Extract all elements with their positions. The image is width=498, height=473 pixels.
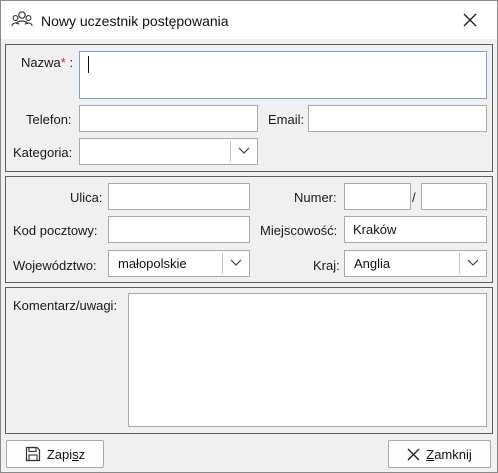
email-input[interactable] <box>308 105 487 132</box>
province-value: małopolskie <box>118 256 187 271</box>
address-group: Ulica: Numer: / Kod pocztowy: Miejscowoś… <box>5 176 493 283</box>
text-caret <box>88 56 89 73</box>
phone-input[interactable] <box>79 105 258 132</box>
close-button[interactable]: Zamknij <box>388 440 491 468</box>
name-input[interactable] <box>79 51 487 99</box>
country-value: Anglia <box>354 256 391 271</box>
title-bar: Nowy uczestnik postępowania <box>1 1 497 39</box>
postal-code-label: Kod pocztowy: <box>13 223 98 238</box>
country-label: Kraj: <box>313 258 340 273</box>
basic-info-group: Nazwa* : Telefon: Email: Kategoria: <box>5 44 493 172</box>
city-label: Miejscowość: <box>260 223 338 238</box>
close-window-button[interactable] <box>459 10 481 30</box>
province-select[interactable]: małopolskie <box>108 250 250 277</box>
number-label: Numer: <box>294 190 337 205</box>
chevron-down-icon <box>238 147 250 154</box>
save-button[interactable]: Zapisz <box>6 440 104 468</box>
street-label: Ulica: <box>70 190 103 205</box>
number-input[interactable] <box>344 183 411 210</box>
window-title: Nowy uczestnik postępowania <box>41 13 229 29</box>
name-label: Nazwa* : <box>21 55 74 70</box>
province-label: Województwo: <box>13 258 97 273</box>
number-suffix-input[interactable] <box>421 183 487 210</box>
number-separator: / <box>412 190 416 205</box>
save-button-label: Zapisz <box>46 446 86 462</box>
city-input[interactable]: Kraków <box>344 216 487 243</box>
chevron-down-icon <box>230 259 242 266</box>
postal-code-input[interactable] <box>108 216 250 243</box>
category-label: Kategoria: <box>13 145 73 160</box>
floppy-disk-icon <box>25 446 40 462</box>
required-marker: * <box>60 55 66 70</box>
comments-textarea[interactable] <box>128 293 487 427</box>
close-button-label: Zamknij <box>426 446 472 462</box>
comments-group: Komentarz/uwagi: <box>5 287 493 434</box>
dialog-window: Nowy uczestnik postępowania Nazwa* : Tel… <box>0 0 498 473</box>
email-label: Email: <box>268 112 305 127</box>
phone-label: Telefon: <box>26 112 72 127</box>
street-input[interactable] <box>108 183 250 210</box>
comments-label: Komentarz/uwagi: <box>13 298 118 313</box>
chevron-down-icon <box>467 259 479 266</box>
x-icon <box>407 448 420 460</box>
category-select[interactable] <box>79 138 258 165</box>
country-select[interactable]: Anglia <box>344 250 487 277</box>
close-icon <box>463 13 477 27</box>
users-icon <box>11 10 33 30</box>
